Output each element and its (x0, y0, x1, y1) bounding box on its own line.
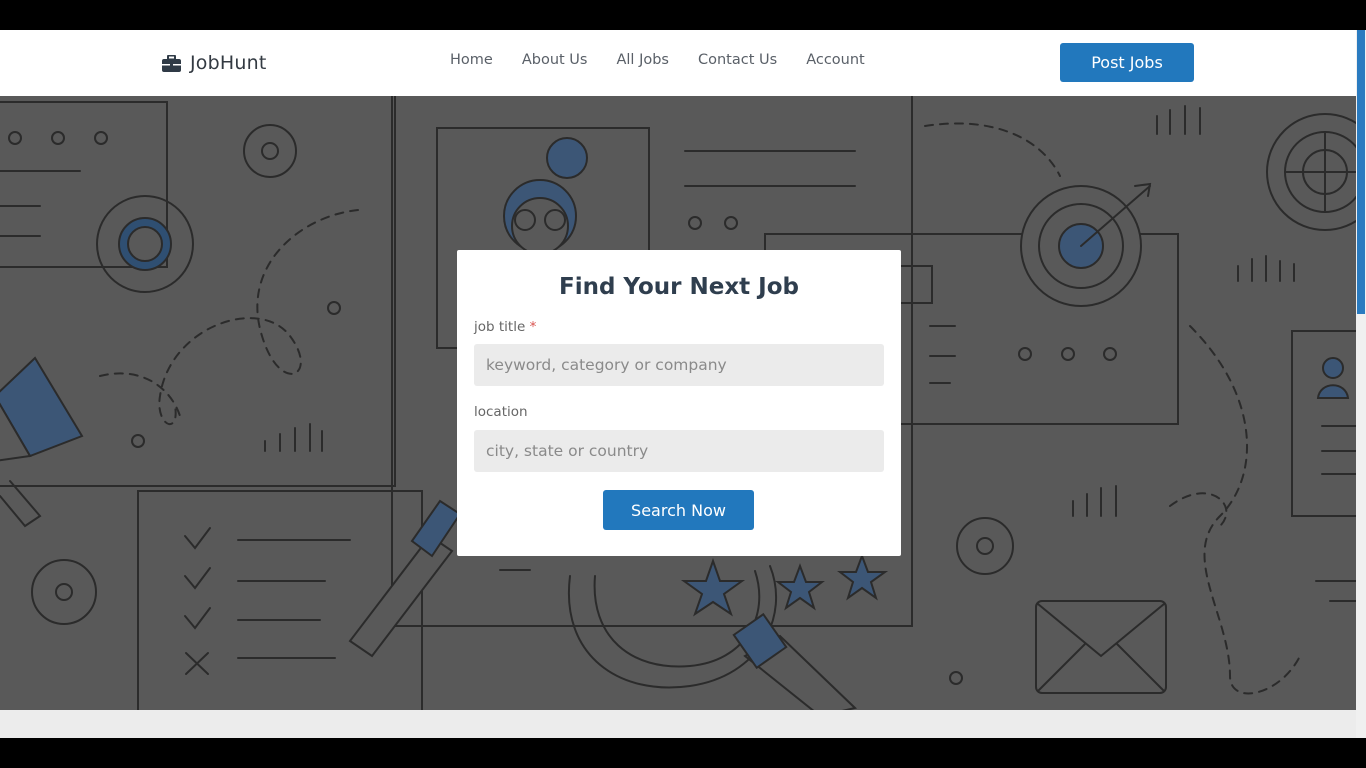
search-now-button[interactable]: Search Now (603, 490, 754, 530)
nav-account[interactable]: Account (806, 52, 865, 68)
job-search-card: Find Your Next Job job title * location … (457, 250, 901, 556)
scrollbar-thumb[interactable] (1357, 30, 1365, 314)
job-title-label-text: job title (474, 319, 526, 335)
post-jobs-button[interactable]: Post Jobs (1060, 43, 1194, 82)
job-title-label: job title * (474, 319, 536, 335)
video-letterbox-top (0, 0, 1366, 30)
main-nav: Home About Us All Jobs Contact Us Accoun… (450, 52, 865, 68)
brand-logo[interactable]: JobHunt (162, 50, 267, 76)
location-label: location (474, 404, 528, 420)
browser-viewport: JobHunt Home About Us All Jobs Contact U… (0, 30, 1366, 738)
required-asterisk: * (529, 319, 537, 335)
briefcase-icon (162, 54, 181, 72)
video-letterbox-bottom (0, 738, 1366, 768)
navbar: JobHunt Home About Us All Jobs Contact U… (0, 30, 1356, 96)
search-card-title: Find Your Next Job (558, 274, 800, 300)
nav-about-us[interactable]: About Us (522, 52, 588, 68)
nav-contact-us[interactable]: Contact Us (698, 52, 777, 68)
nav-home[interactable]: Home (450, 52, 493, 68)
nav-all-jobs[interactable]: All Jobs (616, 52, 669, 68)
job-title-input[interactable] (474, 344, 884, 386)
location-input[interactable] (474, 430, 884, 472)
brand-name: JobHunt (190, 52, 267, 74)
footer-strip (0, 710, 1356, 738)
page-scrollbar[interactable] (1356, 30, 1366, 738)
